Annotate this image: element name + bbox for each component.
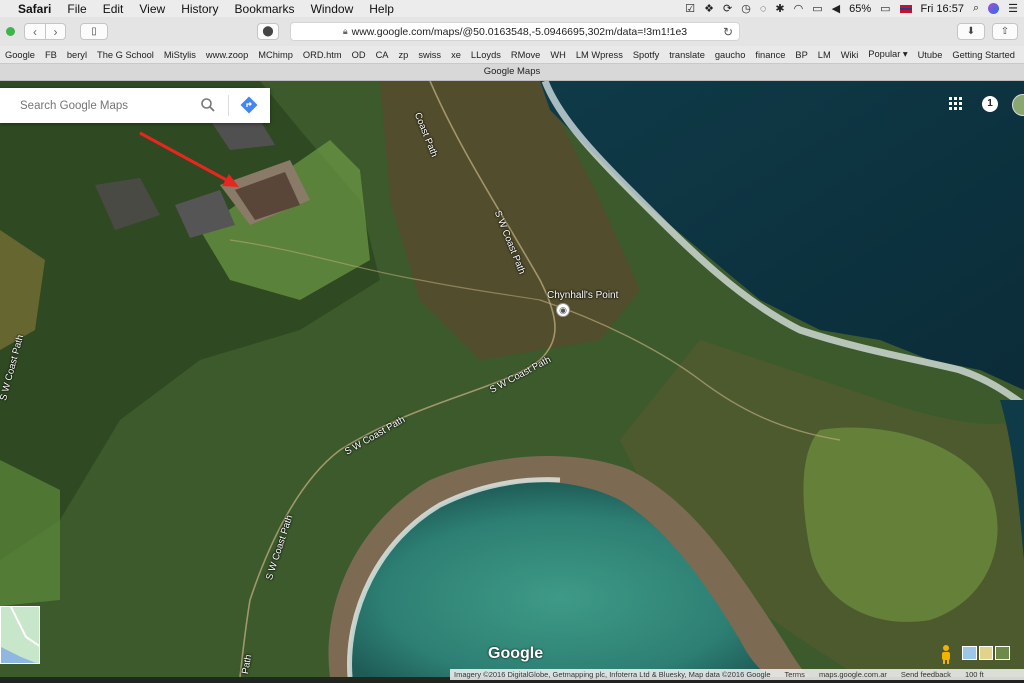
bookmark-item[interactable]: zp [394,50,414,60]
bluetooth-icon[interactable]: ✱ [775,2,784,15]
bookmark-item[interactable]: Popular ▾ [863,49,912,60]
sync-icon[interactable]: ⟳ [723,2,732,15]
site-link[interactable]: maps.google.com.ar [819,670,887,679]
bookmark-item[interactable]: CA [371,50,394,60]
menu-bookmarks[interactable]: Bookmarks [227,2,303,16]
scale-label[interactable]: 100 ft [965,670,984,679]
checkbox-icon[interactable]: ☑ [685,2,695,15]
minimap[interactable] [0,606,40,664]
reload-icon[interactable]: ↻ [723,25,733,39]
bookmark-item[interactable]: MChimp [253,50,298,60]
bookmark-item[interactable]: swiss [413,50,446,60]
bookmark-item[interactable]: beryl [62,50,92,60]
extension-icon: ⬤ [262,26,274,37]
bookmark-item[interactable]: LLoyds [466,50,506,60]
search-divider [228,95,229,116]
attribution-text: Imagery ©2016 DigitalGlobe, Getmapping p… [454,670,771,679]
menu-window[interactable]: Window [303,2,362,16]
menu-app-name[interactable]: Safari [12,2,59,16]
search-box [0,88,270,123]
bookmark-item[interactable]: RMove [506,50,545,60]
camera-pin-icon[interactable]: ◉ [556,303,570,317]
notification-badge[interactable]: 1 [982,96,998,112]
bookmark-item[interactable]: ORD.htm [298,50,347,60]
window-dot-icon[interactable] [6,27,15,36]
send-feedback-link[interactable]: Send feedback [901,670,951,679]
extension-button[interactable]: ⬤ [257,23,279,40]
lock-icon: 🔒︎ [342,26,348,36]
pegman-icon[interactable] [939,644,953,664]
wifi-icon[interactable]: ◠ [794,2,804,15]
share-button[interactable]: ⇧ [992,23,1018,40]
minimap-graphic [1,607,39,663]
download-icon: ⬇ [966,26,976,37]
bookmark-item[interactable]: MiStylis [159,50,201,60]
imagery-thumb[interactable] [978,646,994,660]
battery-percent[interactable]: 65% [849,3,871,15]
spotlight-icon[interactable]: ⌕ [973,2,979,15]
imagery-thumbnails[interactable] [962,646,1011,660]
sidebar-toggle-button[interactable]: ▯ [80,23,108,40]
airplay-icon[interactable]: ▭ [812,2,822,15]
imagery-thumb[interactable] [962,646,977,660]
flag-icon[interactable] [899,4,912,13]
status-area: ☑ ❖ ⟳ ◷ ◌ ✱ ◠ ▭ ◀ 65% ▭ Fri 16:57 ⌕ ☰ [685,0,1018,17]
bookmark-item[interactable]: www.zoop [201,50,253,60]
url-text: www.google.com/maps/@50.0163548,-5.09466… [351,25,688,38]
forward-icon[interactable]: › [45,24,65,39]
directions-icon[interactable] [240,96,258,114]
bookmark-item[interactable]: The G School [92,50,159,60]
bookmark-item[interactable]: Getting Started [947,50,1020,60]
bookmark-item[interactable]: Spotfy [628,50,664,60]
sidebar-icon: ▯ [91,26,97,37]
imagery-thumb[interactable] [995,646,1011,660]
bookmark-item[interactable]: WH [545,50,571,60]
menu-edit[interactable]: Edit [95,2,132,16]
menubar-clock[interactable]: Fri 16:57 [921,3,964,15]
share-icon: ⇧ [1000,26,1010,37]
tab-title[interactable]: Google Maps [0,63,1024,81]
menu-view[interactable]: View [131,2,173,16]
menu-history[interactable]: History [173,2,226,16]
nav-buttons: ‹ › [24,23,66,40]
satellite-map[interactable]: 1 Coast Path S W Coast Path S W Coast Pa… [0,81,1024,677]
bookmarks-bar: Google FB beryl The G School MiStylis ww… [0,46,1024,63]
search-icon[interactable] [200,97,216,113]
pegman-glyph [942,645,950,664]
terms-link[interactable]: Terms [785,670,805,679]
bookmark-item[interactable]: BP [790,50,812,60]
siri-icon[interactable] [988,3,1000,14]
back-icon[interactable]: ‹ [25,24,45,39]
bookmark-item[interactable]: Utube [913,50,948,60]
bookmark-item[interactable]: FB [40,50,62,60]
bookmark-item[interactable]: OD [347,50,371,60]
safari-toolbar: ‹ › ▯ ⬤ 🔒︎ www.google.com/maps/@50.01635… [0,17,1024,46]
bookmark-item[interactable]: finance [750,50,790,60]
volume-icon[interactable]: ◀ [832,2,840,15]
search-input[interactable] [20,99,190,112]
downloads-button[interactable]: ⬇ [957,23,985,40]
notification-center-icon[interactable]: ☰ [1008,2,1018,15]
time-machine-icon[interactable]: ◷ [741,2,751,15]
apps-grid-glyph [949,97,962,110]
bookmark-item[interactable]: translate [664,50,710,60]
map-attribution: Imagery ©2016 DigitalGlobe, Getmapping p… [450,669,1024,680]
google-logo: Google [488,645,544,662]
chat-icon[interactable]: ◌ [760,3,767,15]
bookmark-item[interactable]: LM Wpress [571,50,628,60]
apps-grid-icon[interactable] [949,97,963,111]
menu-help[interactable]: Help [361,2,402,16]
battery-icon[interactable]: ▭ [880,2,890,15]
bookmark-item[interactable]: LM [813,50,836,60]
dropbox-icon[interactable]: ❖ [704,2,714,15]
bookmark-item[interactable]: gaucho [710,50,751,60]
mac-menubar: Safari File Edit View History Bookmarks … [0,0,1024,17]
bookmark-item[interactable]: Google [0,50,40,60]
bookmark-item[interactable]: Wiki [836,50,864,60]
poi-label[interactable]: Chynhall's Point [547,290,618,301]
bookmark-item[interactable]: xe [446,50,466,60]
address-bar[interactable]: 🔒︎ www.google.com/maps/@50.0163548,-5.09… [290,22,740,41]
menu-file[interactable]: File [59,2,94,16]
